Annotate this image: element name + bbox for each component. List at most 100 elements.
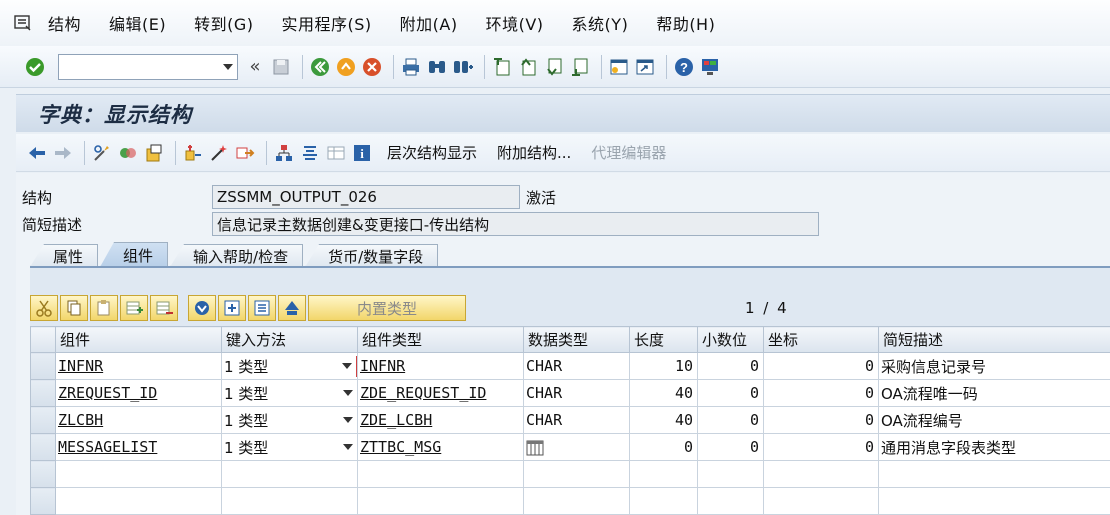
arrow-right-icon[interactable] xyxy=(52,142,74,164)
menu-item-extras[interactable]: 附加(A) xyxy=(400,11,458,35)
info-icon[interactable]: i xyxy=(351,142,373,164)
empty-cell[interactable] xyxy=(357,487,524,515)
display-change-icon[interactable] xyxy=(91,142,113,164)
filter-icon[interactable] xyxy=(188,295,216,321)
ok-check-icon[interactable] xyxy=(24,56,46,78)
empty-cell[interactable] xyxy=(878,460,1110,488)
component-type-value[interactable]: ZTTBC_MSG xyxy=(360,438,441,456)
copy-icon[interactable] xyxy=(60,295,88,321)
empty-cell[interactable] xyxy=(763,460,879,488)
empty-cell[interactable] xyxy=(221,460,358,488)
component-type-value[interactable]: ZDE_REQUEST_ID xyxy=(360,384,486,402)
column-header-data-type[interactable]: 数据类型 xyxy=(523,326,630,353)
builtin-type-button[interactable]: 内置类型 xyxy=(308,295,466,321)
empty-cell[interactable] xyxy=(55,460,222,488)
entry-method-cell[interactable]: 1 类型 xyxy=(221,406,358,434)
layout-icon[interactable] xyxy=(699,56,721,78)
technical-settings-icon[interactable] xyxy=(234,142,256,164)
help-icon[interactable]: ? xyxy=(673,56,695,78)
column-header-short-description[interactable]: 简短描述 xyxy=(878,326,1110,353)
hierarchy-display-button[interactable]: 层次结构显示 xyxy=(387,142,477,163)
exit-icon[interactable] xyxy=(335,56,357,78)
empty-cell[interactable] xyxy=(629,460,698,488)
column-header-entry-method[interactable]: 键入方法 xyxy=(221,326,358,353)
insert-row-icon[interactable] xyxy=(120,295,148,321)
row-selector[interactable] xyxy=(30,379,56,407)
arrow-left-icon[interactable] xyxy=(26,142,48,164)
save-icon[interactable] xyxy=(270,56,292,78)
object-list-icon[interactable] xyxy=(182,142,204,164)
append-structure-button[interactable]: 附加结构... xyxy=(497,142,571,163)
previous-page-icon[interactable] xyxy=(517,56,539,78)
tab-currency-quantity[interactable]: 货币/数量字段 xyxy=(305,244,439,267)
chevron-down-icon[interactable] xyxy=(223,63,233,70)
empty-cell[interactable] xyxy=(878,487,1110,515)
entry-method-cell[interactable]: 1 类型 xyxy=(221,433,358,461)
column-header-coordinate[interactable]: 坐标 xyxy=(763,326,879,353)
component-type-value[interactable]: ZDE_LCBH xyxy=(360,411,432,429)
description-field[interactable]: 信息记录主数据创建&变更接口-传出结构 xyxy=(212,212,819,236)
column-header-component[interactable]: 组件 xyxy=(55,326,222,353)
back-icon[interactable] xyxy=(309,56,331,78)
component-type-cell[interactable]: INFNR xyxy=(357,352,524,380)
last-page-icon[interactable] xyxy=(569,56,591,78)
component-name[interactable]: ZREQUEST_ID xyxy=(58,384,157,402)
hierarchy-icon[interactable] xyxy=(273,142,295,164)
proxy-editor-button[interactable]: 代理编辑器 xyxy=(591,142,666,163)
component-cell[interactable]: ZLCBH xyxy=(55,406,222,434)
menu-icon[interactable] xyxy=(14,14,36,32)
component-type-cell[interactable]: ZTTBC_MSG xyxy=(357,433,524,461)
component-cell[interactable]: MESSAGELIST xyxy=(55,433,222,461)
structure-field[interactable]: ZSSMM_OUTPUT_026 xyxy=(212,185,520,209)
expand-icon[interactable] xyxy=(218,295,246,321)
row-selector[interactable] xyxy=(30,352,56,380)
component-name[interactable]: INFNR xyxy=(58,357,103,375)
row-selector[interactable] xyxy=(30,460,56,488)
column-header-length[interactable]: 长度 xyxy=(629,326,698,353)
command-field[interactable] xyxy=(58,53,238,80)
row-selector[interactable] xyxy=(30,406,56,434)
tab-input-help[interactable]: 输入帮助/检查 xyxy=(170,244,304,267)
component-name[interactable]: MESSAGELIST xyxy=(58,438,157,456)
first-page-icon[interactable] xyxy=(491,56,513,78)
activate-icon[interactable] xyxy=(117,142,139,164)
column-header-decimals[interactable]: 小数位 xyxy=(697,326,764,353)
find-icon[interactable] xyxy=(426,56,448,78)
empty-cell[interactable] xyxy=(221,487,358,515)
collapse-icon[interactable]: « xyxy=(244,56,266,78)
tab-components[interactable]: 组件 xyxy=(100,242,169,267)
empty-cell[interactable] xyxy=(357,460,524,488)
align-center-icon[interactable] xyxy=(299,142,321,164)
entry-method-cell[interactable]: 1 类型 xyxy=(221,352,358,380)
menu-item-edit[interactable]: 编辑(E) xyxy=(109,11,166,35)
chevron-down-icon[interactable] xyxy=(342,363,352,369)
menu-item-structure[interactable]: 结构 xyxy=(48,11,81,35)
menu-item-goto[interactable]: 转到(G) xyxy=(194,11,253,35)
chevron-down-icon[interactable] xyxy=(343,390,353,396)
row-selector[interactable] xyxy=(30,433,56,461)
print-icon[interactable] xyxy=(400,56,422,78)
detail-icon[interactable] xyxy=(248,295,276,321)
empty-cell[interactable] xyxy=(697,460,764,488)
empty-cell[interactable] xyxy=(697,487,764,515)
component-type-cell[interactable]: ZDE_LCBH xyxy=(357,406,524,434)
collapse-up-icon[interactable] xyxy=(278,295,306,321)
menu-item-system[interactable]: 系统(Y) xyxy=(572,11,629,35)
menu-item-help[interactable]: 帮助(H) xyxy=(656,11,715,35)
entry-method-cell[interactable]: 1 类型 xyxy=(221,379,358,407)
select-all-cell[interactable] xyxy=(30,326,56,353)
next-page-icon[interactable] xyxy=(543,56,565,78)
empty-cell[interactable] xyxy=(55,487,222,515)
cut-icon[interactable] xyxy=(30,295,58,321)
table-view-icon[interactable] xyxy=(325,142,347,164)
component-name[interactable]: ZLCBH xyxy=(58,411,103,429)
magic-wand-icon[interactable] xyxy=(208,142,230,164)
new-session-icon[interactable] xyxy=(608,56,630,78)
column-header-component-type[interactable]: 组件类型 xyxy=(357,326,524,353)
component-cell[interactable]: ZREQUEST_ID xyxy=(55,379,222,407)
menu-item-environment[interactable]: 环境(V) xyxy=(486,11,544,35)
tab-attributes[interactable]: 属性 xyxy=(30,244,99,267)
empty-cell[interactable] xyxy=(763,487,879,515)
component-type-value[interactable]: INFNR xyxy=(360,357,405,375)
where-used-icon[interactable] xyxy=(143,142,165,164)
